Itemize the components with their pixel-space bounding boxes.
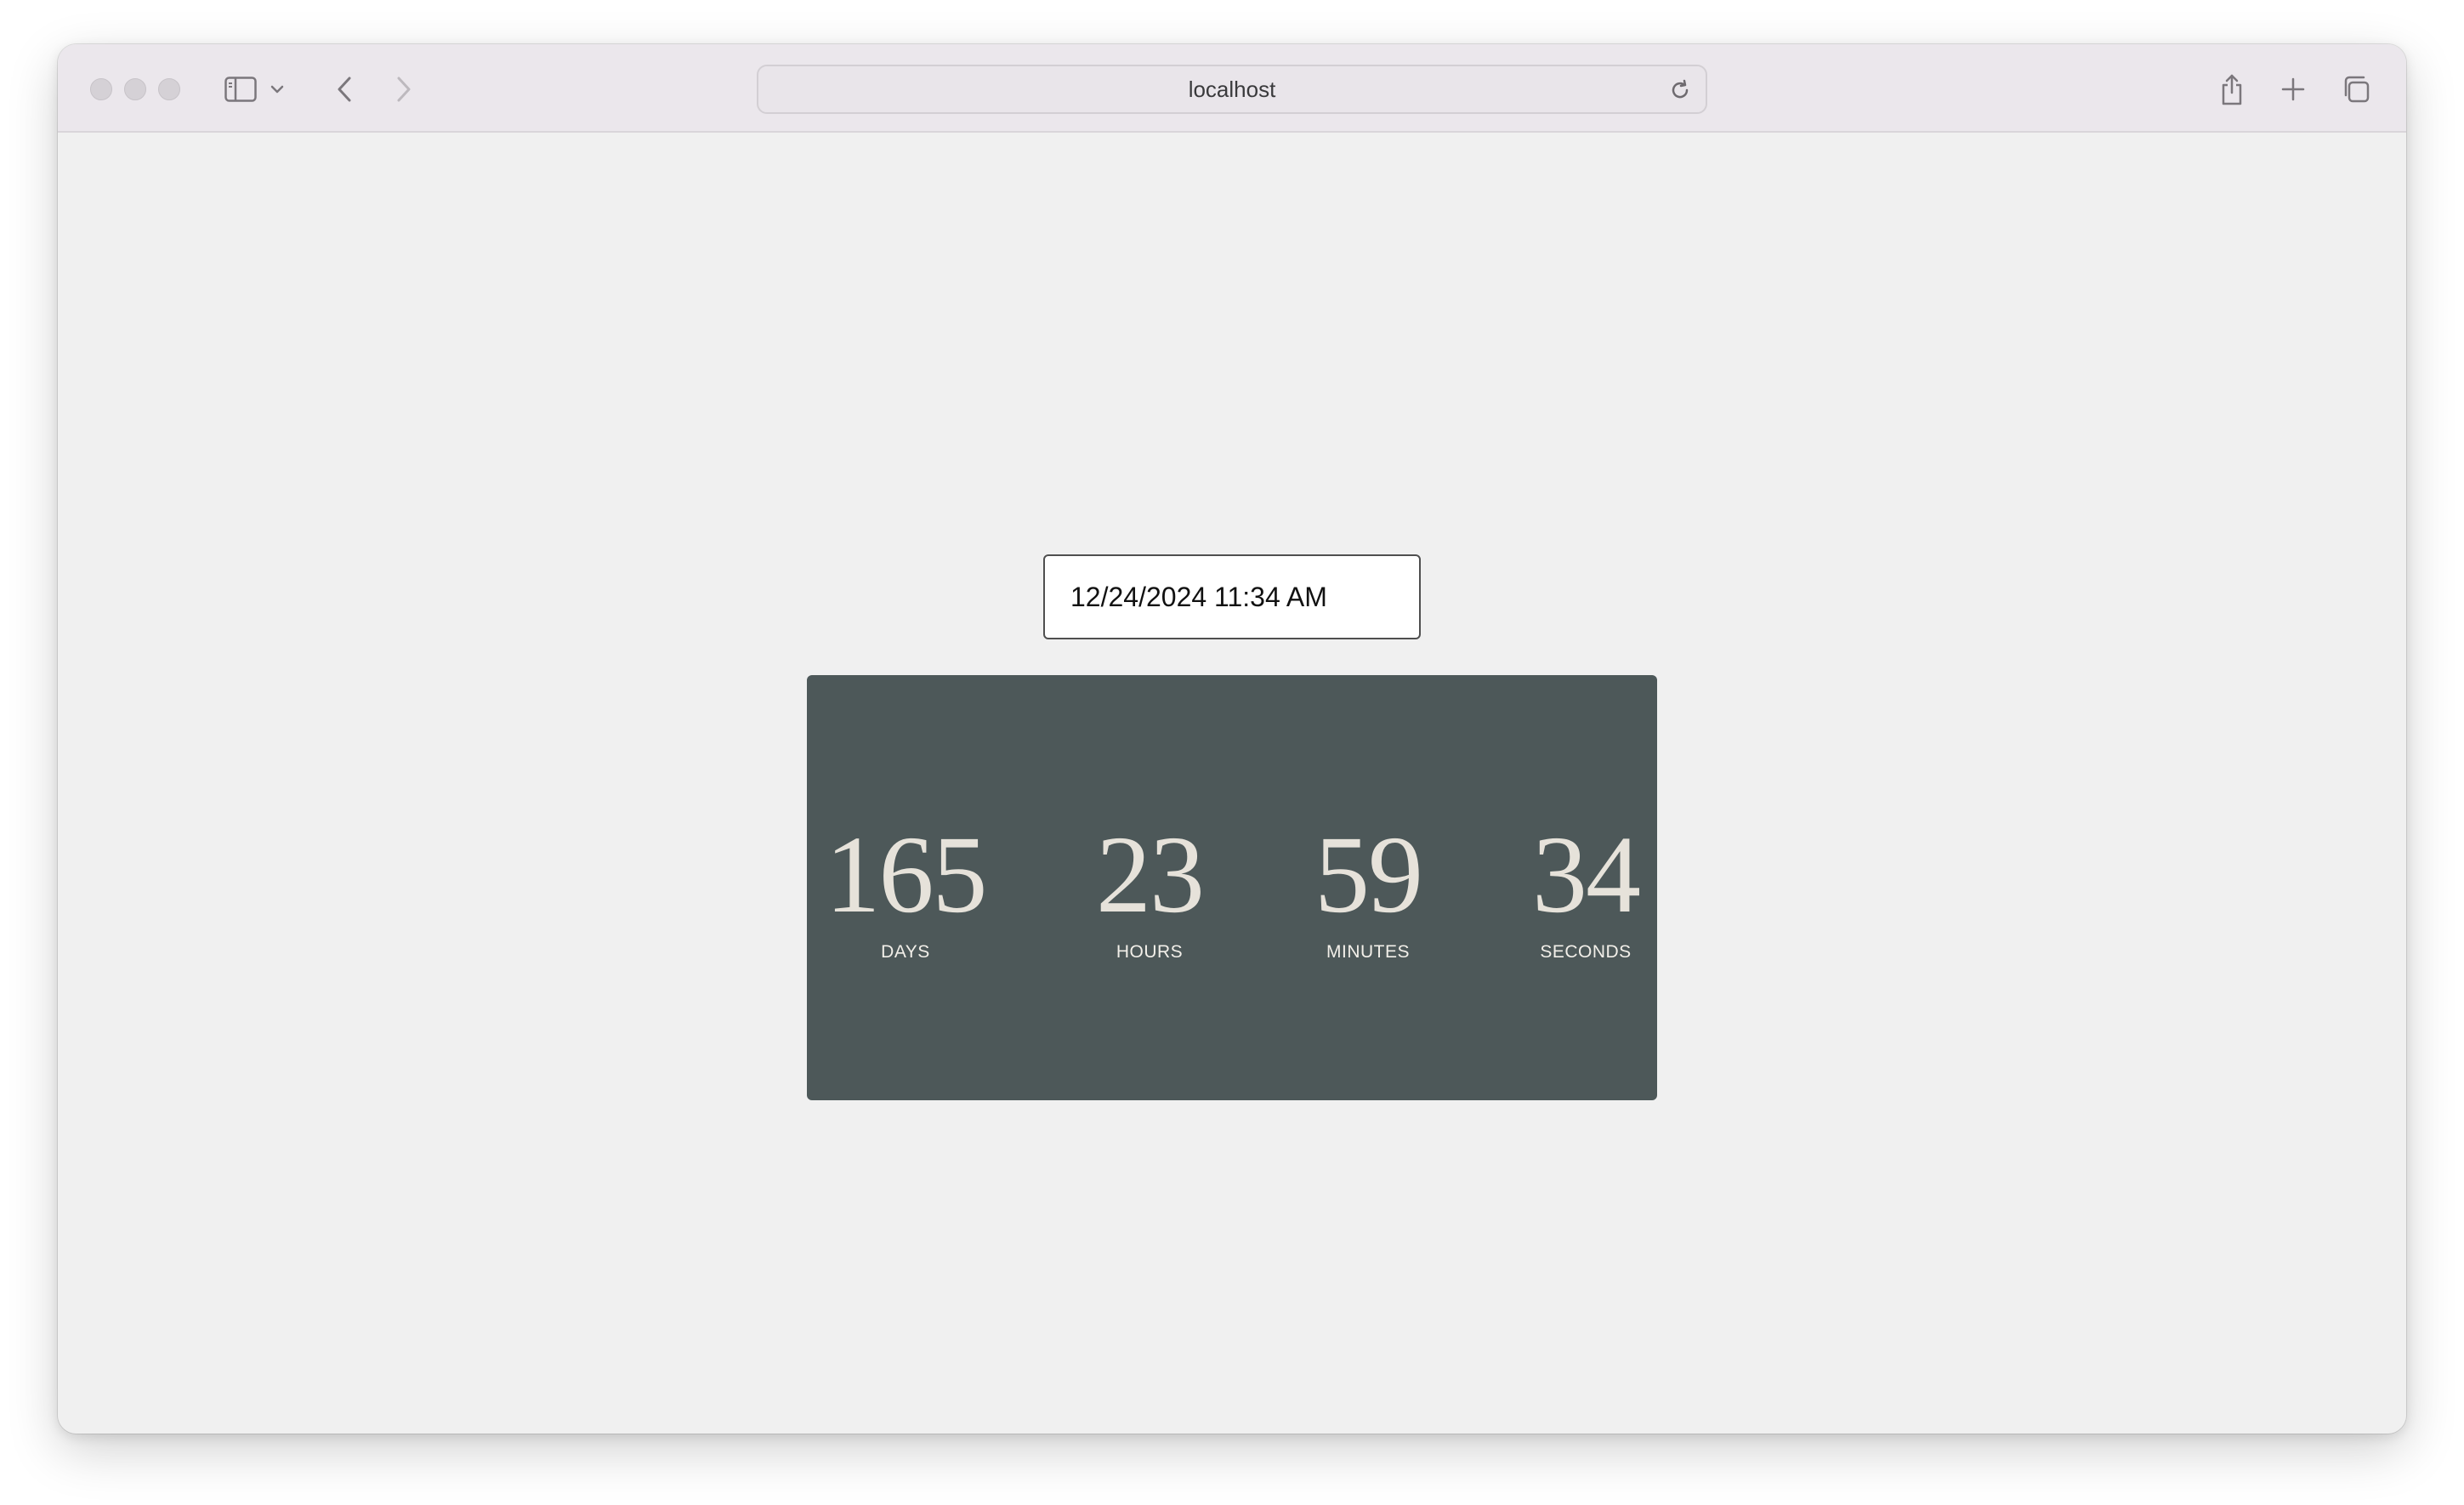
target-datetime-input[interactable] <box>1043 554 1421 639</box>
share-icon[interactable] <box>2212 70 2251 109</box>
hours-label: HOURS <box>1116 942 1184 962</box>
countdown-days: 165 DAYS <box>812 820 999 963</box>
days-value: 165 <box>825 814 988 936</box>
days-label: DAYS <box>881 942 930 962</box>
zoom-window-button[interactable] <box>158 78 180 100</box>
forward-arrow-icon[interactable] <box>384 70 423 109</box>
seconds-label: SECONDS <box>1540 942 1632 962</box>
address-text: localhost <box>1188 76 1276 102</box>
back-arrow-icon[interactable] <box>325 70 364 109</box>
reload-icon[interactable] <box>1666 77 1694 104</box>
countdown-panel: 165 DAYS 23 HOURS 59 MINUTES 34 SECONDS <box>807 675 1657 1100</box>
tab-overview-icon[interactable] <box>2336 70 2376 109</box>
countdown-seconds: 34 SECONDS <box>1492 820 1679 963</box>
close-window-button[interactable] <box>90 78 112 100</box>
address-bar[interactable]: localhost <box>757 65 1707 114</box>
browser-window: localhost 165 DAYS 23 HOURS 59 MINU <box>58 44 2406 1434</box>
seconds-value: 34 <box>1532 814 1641 936</box>
countdown-hours: 23 HOURS <box>1056 820 1243 963</box>
browser-toolbar: localhost <box>58 44 2406 133</box>
sidebar-icon[interactable] <box>221 70 260 109</box>
minimize-window-button[interactable] <box>124 78 146 100</box>
page-content: 165 DAYS 23 HOURS 59 MINUTES 34 SECONDS <box>58 134 2406 1434</box>
chevron-down-icon[interactable] <box>267 70 287 109</box>
minutes-value: 59 <box>1314 814 1423 936</box>
hours-value: 23 <box>1096 814 1205 936</box>
minutes-label: MINUTES <box>1326 942 1410 962</box>
plus-icon[interactable] <box>2274 70 2313 109</box>
countdown-minutes: 59 MINUTES <box>1275 820 1462 963</box>
